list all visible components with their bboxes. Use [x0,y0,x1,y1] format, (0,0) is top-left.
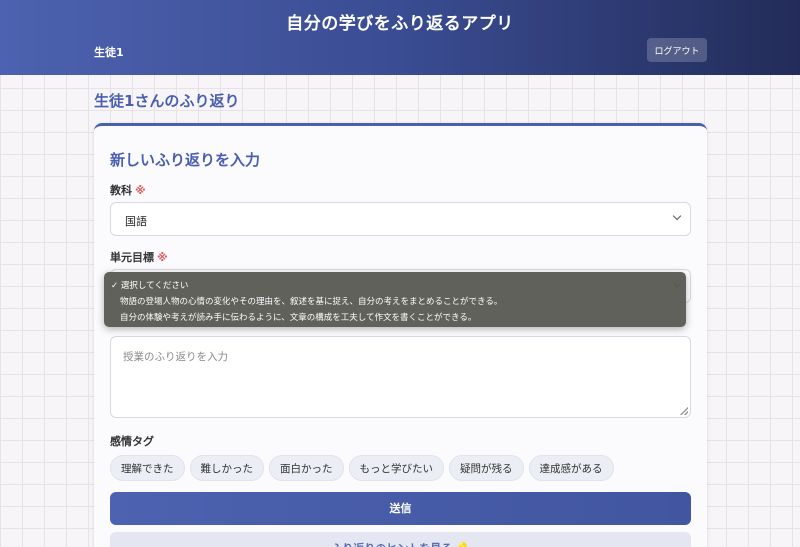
dropdown-option[interactable]: 物語の登場人物の心情の変化やその理由を、叙述を基に捉え、自分の考えをまとめること… [120,295,502,307]
required-mark: ※ [135,184,146,197]
unit-goal-label-text: 単元目標 [110,251,154,264]
tag-interesting[interactable]: 面白かった [269,455,344,481]
unit-goal-dropdown: ✓ 選択してください 物語の登場人物の心情の変化やその理由を、叙述を基に捉え、自… [104,272,686,327]
reflection-textarea[interactable]: 授業のふり返りを入力 [110,336,691,418]
emotion-tags-label: 感情タグ [110,435,154,448]
tag-questions-remain[interactable]: 疑問が残る [449,455,524,481]
page-title: 生徒1さんのふり返り [94,92,240,110]
app-header: 自分の学びをふり返るアプリ 生徒1 ログアウト [0,0,800,75]
user-name: 生徒1 [94,46,124,59]
resize-handle-icon[interactable] [680,407,688,415]
tag-understood[interactable]: 理解できた [110,455,185,481]
required-mark: ※ [157,251,168,264]
reflection-placeholder: 授業のふり返りを入力 [123,351,228,363]
tag-want-to-learn-more[interactable]: もっと学びたい [348,455,444,481]
logout-button[interactable]: ログアウト [647,38,707,62]
dropdown-option[interactable]: 自分の体験や考えが読み手に伝わるように、文章の構成を工夫して作文を書くことができ… [120,311,476,323]
tag-difficult[interactable]: 難しかった [189,455,264,481]
subject-select-value: 国語 [125,215,147,228]
subject-select[interactable]: 国語 [110,202,691,236]
reflection-form-card: 新しいふり返りを入力 教科 ※ 国語 単元目標 ※ 授業のふり返りを入力 感情タグ … [94,123,707,547]
tag-sense-of-achievement[interactable]: 達成感がある [528,455,614,481]
emotion-tags: 理解できた 難しかった 面白かった もっと学びたい 疑問が残る 達成感がある [110,455,614,481]
unit-goal-label: 単元目標 ※ [110,249,168,265]
dropdown-option[interactable]: ✓ 選択してください [111,279,188,291]
subject-label: 教科 ※ [110,182,146,198]
chevron-down-icon [672,211,682,221]
app-title: 自分の学びをふり返るアプリ [286,14,514,34]
hint-button[interactable]: ふり返りのヒントを見る 💡 [110,532,691,547]
subject-label-text: 教科 [110,184,132,197]
form-title: 新しいふり返りを入力 [110,151,261,169]
submit-button[interactable]: 送信 [110,492,691,525]
